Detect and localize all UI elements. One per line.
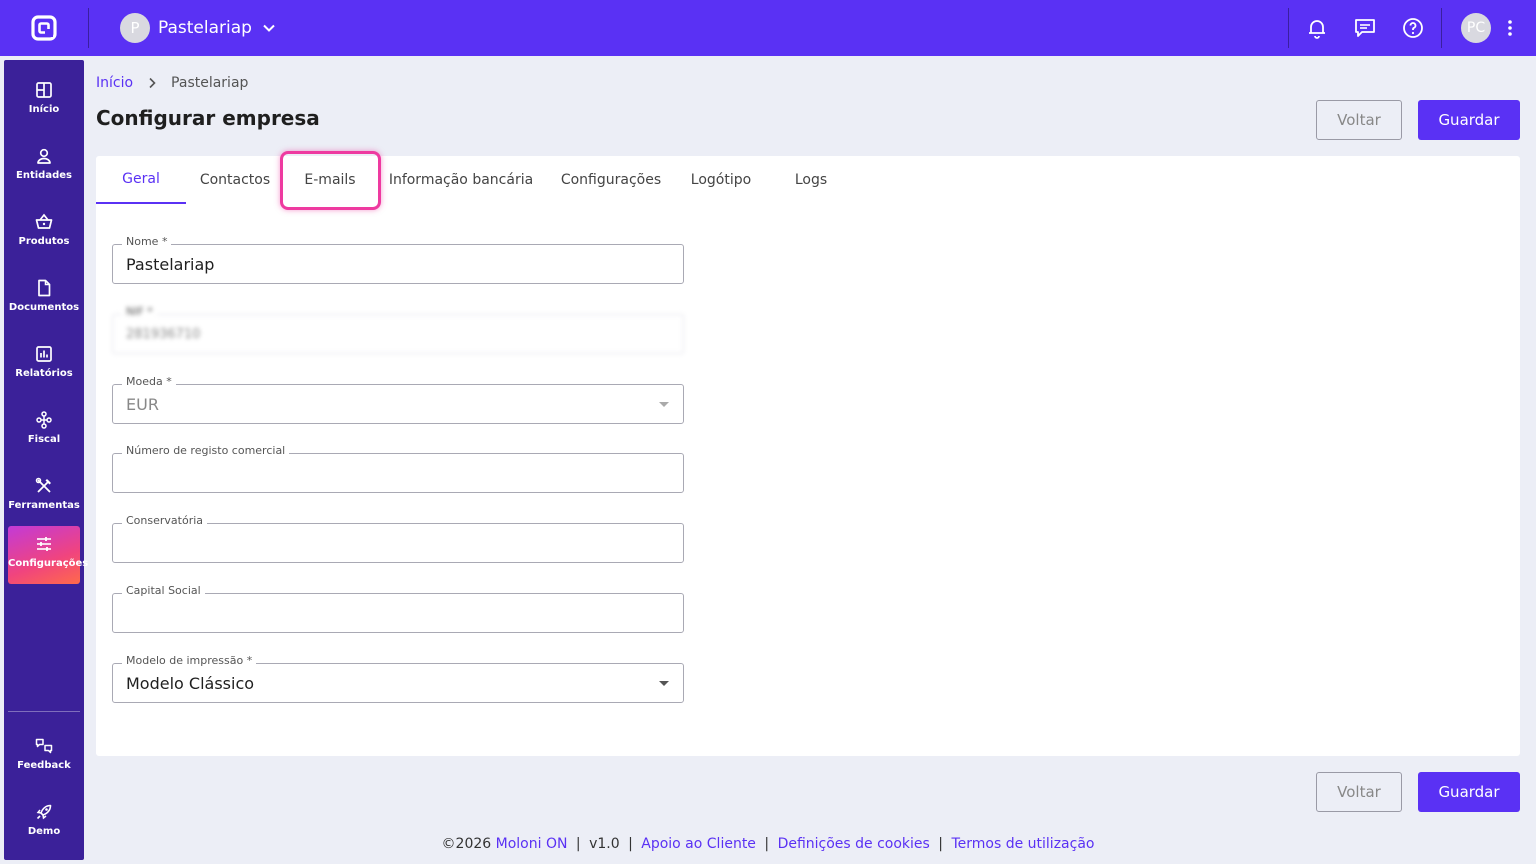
sidebar-item-label: Ferramentas xyxy=(8,500,80,511)
footer-separator: | xyxy=(575,836,581,852)
sidebar-item-inicio[interactable]: Início xyxy=(8,72,80,130)
breadcrumb-home-link[interactable]: Início xyxy=(96,75,133,91)
feedback-icon xyxy=(35,738,53,754)
footer-cookies-link[interactable]: Definições de cookies xyxy=(778,836,930,852)
registo-comercial-label: Número de registo comercial xyxy=(122,444,290,457)
topbar-divider xyxy=(1441,8,1442,48)
company-avatar: P xyxy=(120,13,150,43)
sidebar-item-label: Entidades xyxy=(16,170,72,181)
breadcrumb: Início Pastelariap xyxy=(96,75,248,91)
sidebar-item-label: Feedback xyxy=(17,760,71,771)
chevron-down-icon xyxy=(263,24,275,32)
tab-configuracoes[interactable]: Configurações xyxy=(556,156,666,204)
footer-version: v1.0 xyxy=(589,836,620,852)
back-button[interactable]: Voltar xyxy=(1316,100,1402,140)
basket-icon xyxy=(35,213,53,229)
page-title: Configurar empresa xyxy=(96,106,320,130)
modelo-impressao-select[interactable]: Modelo de impressão * Modelo Clássico xyxy=(112,654,684,703)
moeda-value: EUR xyxy=(126,395,159,414)
sidebar-item-configuracoes[interactable]: Configurações xyxy=(8,526,89,584)
sidebar-item-label: Configurações xyxy=(8,558,89,569)
nif-value: 281936710 xyxy=(126,327,201,342)
tab-logs[interactable]: Logs xyxy=(782,156,840,204)
footer-terms-link[interactable]: Termos de utilização xyxy=(951,836,1094,852)
footer-brand-link[interactable]: Moloni ON xyxy=(496,836,568,852)
chart-icon xyxy=(36,346,52,362)
tab-highlight-box xyxy=(280,151,381,210)
nome-value: Pastelariap xyxy=(126,255,215,274)
sidebar-item-label: Início xyxy=(28,104,60,115)
footer: ©2026 Moloni ON | v1.0 | Apoio ao Client… xyxy=(0,836,1536,852)
save-button-bottom[interactable]: Guardar xyxy=(1418,772,1520,812)
sidebar-item-produtos[interactable]: Produtos xyxy=(8,204,80,262)
capital-social-field[interactable]: Capital Social xyxy=(112,584,684,633)
dropdown-caret-icon xyxy=(659,402,669,407)
conservatoria-label: Conservatória xyxy=(122,514,208,527)
save-button[interactable]: Guardar xyxy=(1418,100,1520,140)
sidebar-item-fiscal[interactable]: Fiscal xyxy=(8,402,80,460)
breadcrumb-current: Pastelariap xyxy=(171,75,249,91)
footer-separator: | xyxy=(764,836,770,852)
tab-bar: Geral Contactos E-mails Informação bancá… xyxy=(96,151,1520,210)
moeda-label: Moeda * xyxy=(122,375,176,388)
sidebar-item-relatorios[interactable]: Relatórios xyxy=(8,336,80,394)
footer-copyright: ©2026 xyxy=(441,836,492,852)
chevron-right-icon xyxy=(149,77,156,89)
more-options-icon[interactable] xyxy=(1502,18,1518,38)
tab-contactos[interactable]: Contactos xyxy=(192,156,278,204)
company-selector[interactable]: P Pastelariap xyxy=(120,13,276,43)
tools-icon xyxy=(35,477,51,493)
help-icon[interactable] xyxy=(1401,16,1425,40)
moeda-select[interactable]: Moeda * EUR xyxy=(112,375,684,424)
person-icon xyxy=(37,148,51,164)
company-name: Pastelariap xyxy=(158,18,252,38)
modelo-impressao-label: Modelo de impressão * xyxy=(122,654,257,667)
nif-field[interactable]: NIF * 281936710 xyxy=(112,305,684,354)
nome-label: Nome * xyxy=(122,235,172,248)
sidebar-item-label: Relatórios xyxy=(15,368,73,379)
registo-comercial-field[interactable]: Número de registo comercial xyxy=(112,444,684,493)
bell-icon[interactable] xyxy=(1305,16,1329,40)
sliders-icon xyxy=(37,537,51,551)
sidebar: Início Entidades Produtos Documentos Rel… xyxy=(4,60,89,860)
footer-separator: | xyxy=(938,836,944,852)
tab-logotipo[interactable]: Logótipo xyxy=(684,156,758,204)
sidebar-divider xyxy=(8,711,80,712)
dropdown-caret-icon xyxy=(659,681,669,686)
topbar-divider xyxy=(88,8,89,48)
conservatoria-field[interactable]: Conservatória xyxy=(112,514,684,563)
capital-social-label: Capital Social xyxy=(122,584,205,597)
grid-icon xyxy=(36,82,52,98)
nome-field[interactable]: Nome * Pastelariap xyxy=(112,235,684,284)
sidebar-item-entidades[interactable]: Entidades xyxy=(8,138,80,196)
sidebar-item-feedback[interactable]: Feedback xyxy=(8,728,80,786)
nif-label: NIF * xyxy=(122,305,157,318)
topbar-divider xyxy=(1288,8,1289,48)
sidebar-item-label: Documentos xyxy=(8,302,80,313)
back-button-bottom[interactable]: Voltar xyxy=(1316,772,1402,812)
top-bar: P Pastelariap PC xyxy=(0,0,1536,56)
footer-separator: | xyxy=(628,836,633,852)
footer-support-link[interactable]: Apoio ao Cliente xyxy=(641,836,756,852)
user-avatar[interactable]: PC xyxy=(1461,13,1491,43)
app-logo-icon[interactable] xyxy=(30,14,58,42)
document-icon xyxy=(38,279,51,297)
sidebar-item-label: Produtos xyxy=(18,236,70,247)
chat-icon[interactable] xyxy=(1353,16,1377,40)
sidebar-item-documentos[interactable]: Documentos xyxy=(8,270,80,328)
tab-informacao-bancaria[interactable]: Informação bancária xyxy=(384,156,538,204)
tab-geral[interactable]: Geral xyxy=(96,156,186,204)
modelo-impressao-value: Modelo Clássico xyxy=(126,674,255,693)
rocket-icon xyxy=(36,804,52,820)
sidebar-item-label: Fiscal xyxy=(27,434,61,445)
settings-card: Geral Contactos E-mails Informação bancá… xyxy=(96,151,1520,756)
hierarchy-icon xyxy=(36,411,52,429)
sidebar-item-ferramentas[interactable]: Ferramentas xyxy=(8,468,80,526)
